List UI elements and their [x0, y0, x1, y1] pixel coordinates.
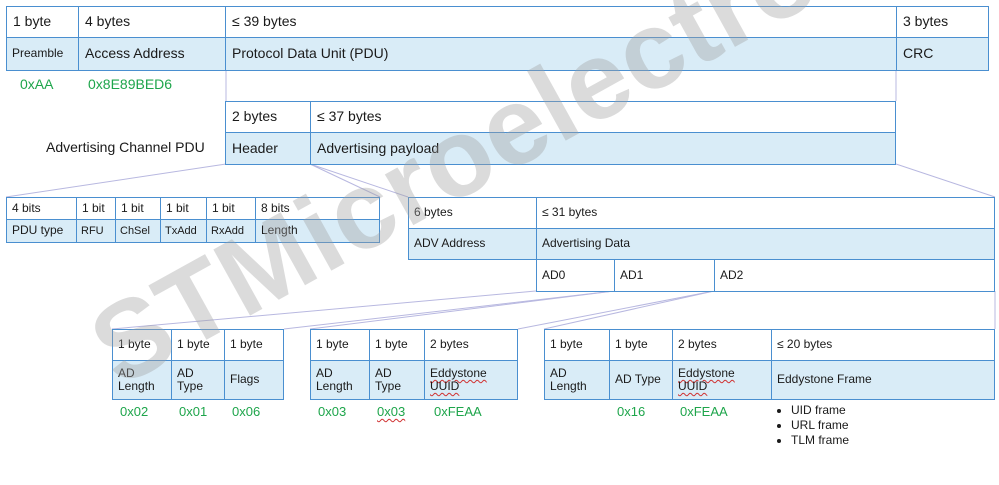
preamble-field: Preamble: [6, 37, 79, 71]
access-address-size: 4 bytes: [78, 6, 226, 38]
ad2-length-field: AD Length: [544, 360, 610, 400]
ad0-type-field: AD Type: [171, 360, 225, 400]
chsel-field: ChSel: [115, 219, 161, 243]
ad2-type-size: 1 byte: [609, 329, 673, 361]
ad0-type-size: 1 byte: [171, 329, 225, 361]
connector-ad0-left: [111, 290, 537, 330]
adv-payload-size: ≤ 37 bytes: [310, 101, 896, 133]
pdu-field: Protocol Data Unit (PDU): [225, 37, 897, 71]
ad1-type-size: 1 byte: [369, 329, 425, 361]
access-address-value: 0x8E89BED6: [88, 76, 173, 92]
ad1-uuid-value: 0xFEAA: [434, 404, 482, 419]
pdu-type-size: 4 bits: [6, 197, 77, 220]
ad1-uuid-text: Eddystone UUID: [430, 365, 487, 393]
length-field: Length: [255, 219, 380, 243]
rxadd-size: 1 bit: [206, 197, 256, 220]
ad1-uuid-size: 2 bytes: [424, 329, 518, 361]
length-size: 8 bits: [255, 197, 380, 220]
adv-data-size: ≤ 31 bytes: [536, 197, 995, 229]
ad2-length-size: 1 byte: [544, 329, 610, 361]
ad2-type-field: AD Type: [609, 360, 673, 400]
ad2-frame-field: Eddystone Frame: [771, 360, 995, 400]
header-size: 2 bytes: [225, 101, 311, 133]
ad0-length-value: 0x02: [120, 404, 149, 419]
ad2-uuid-size: 2 bytes: [672, 329, 772, 361]
ad1-length-field: AD Length: [310, 360, 370, 400]
access-address-field: Access Address: [78, 37, 226, 71]
ad0-cell: AD0: [536, 259, 615, 292]
ad0-type-value: 0x01: [179, 404, 208, 419]
ad0-flags-size: 1 byte: [224, 329, 284, 361]
ad1-uuid-field: Eddystone UUID: [424, 360, 518, 400]
connector-payload-right: [895, 163, 996, 198]
ad0-flags-field: Flags: [224, 360, 284, 400]
adv-data-field: Advertising Data: [536, 228, 995, 260]
ad2-cell: AD2: [714, 259, 995, 292]
adv-payload-field: Advertising payload: [310, 132, 896, 165]
ad1-type-field: AD Type: [369, 360, 425, 400]
txadd-size: 1 bit: [160, 197, 207, 220]
crc-field: CRC: [896, 37, 989, 71]
frame-type-item: URL frame: [791, 418, 849, 433]
frame-type-list: UID frame URL frame TLM frame: [776, 403, 849, 448]
preamble-size: 1 byte: [6, 6, 79, 38]
frame-type-item: UID frame: [791, 403, 849, 418]
connector-payload-left: [309, 163, 409, 198]
adv-pdu-label: Advertising Channel PDU: [46, 139, 205, 155]
pdu-size: ≤ 39 bytes: [225, 6, 897, 38]
ad2-type-value: 0x16: [617, 404, 646, 419]
adv-address-size: 6 bytes: [408, 197, 537, 229]
connector-header-right: [309, 163, 381, 198]
frame-type-item: TLM frame: [791, 433, 849, 448]
chsel-size: 1 bit: [115, 197, 161, 220]
ad1-type-value: 0x03: [377, 404, 406, 419]
ad0-length-size: 1 byte: [112, 329, 172, 361]
header-field: Header: [225, 132, 311, 165]
crc-size: 3 bytes: [896, 6, 989, 38]
ad0-length-field: AD Length: [112, 360, 172, 400]
ad0-flags-value: 0x06: [232, 404, 261, 419]
txadd-field: TxAdd: [160, 219, 207, 243]
pdu-type-field: PDU type: [6, 219, 77, 243]
ad2-uuid-field: Eddystone UUID: [672, 360, 772, 400]
rfu-size: 1 bit: [76, 197, 116, 220]
ad2-uuid-text: Eddystone UUID: [678, 365, 735, 393]
adv-address-field: ADV Address: [408, 228, 537, 260]
connector-ad1-right: [517, 290, 715, 330]
rfu-field: RFU: [76, 219, 116, 243]
ad1-length-size: 1 byte: [310, 329, 370, 361]
ad1-cell: AD1: [614, 259, 715, 292]
preamble-value: 0xAA: [20, 76, 54, 92]
ad1-length-value: 0x03: [318, 404, 347, 419]
ad2-frame-size: ≤ 20 bytes: [771, 329, 995, 361]
rxadd-field: RxAdd: [206, 219, 256, 243]
ad2-uuid-value: 0xFEAA: [680, 404, 728, 419]
connector-header-left: [5, 163, 227, 198]
